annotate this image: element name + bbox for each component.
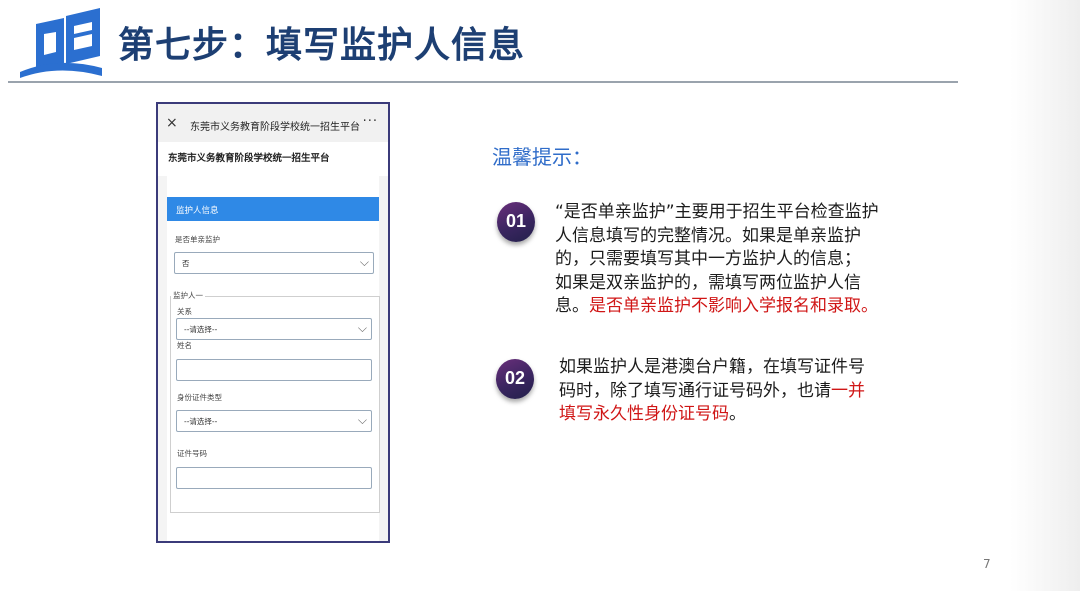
tip-line: 码时，除了填写通行证号码外，也请一并 (559, 380, 865, 404)
tip-text-01: “是否单亲监护”主要用于招生平台检查监护 人信息填写的完整情况。如果是单亲监护 … (555, 201, 879, 319)
logo-icon (20, 8, 102, 78)
slide-edge-shade (1010, 0, 1080, 591)
phone-screenshot: × 东莞市义务教育阶段学校统一招生平台 ··· 东莞市义务教育阶段学校统一招生平… (156, 102, 390, 543)
tip-number: 02 (504, 368, 526, 388)
tip-number-badge: 02 (496, 359, 534, 399)
relation-select[interactable]: --请选择-- ⌵ (176, 318, 372, 340)
tip-line: “是否单亲监护”主要用于招生平台检查监护 (555, 202, 879, 222)
tips-title: 温馨提示： (492, 145, 592, 169)
chevron-down-icon: ⌵ (359, 255, 369, 269)
tip-number: 01 (505, 211, 527, 231)
tip-highlight: 填写永久性身份证号码 (559, 404, 729, 424)
close-icon[interactable]: × (166, 115, 178, 131)
relation-label: 关系 (177, 307, 192, 316)
id-type-label: 身份证件类型 (177, 393, 222, 402)
tip-highlight: 一并 (831, 380, 865, 401)
chevron-down-icon: ⌵ (357, 321, 367, 335)
tip-line: 填写永久性身份证号码。 (559, 403, 865, 427)
tip-line: 如果是双亲监护的，需填写两位监护人信 (555, 272, 861, 293)
slide: 第七步：填写监护人信息 × 东莞市义务教育阶段学校统一招生平台 ··· 东莞市义… (0, 0, 1080, 591)
name-label: 姓名 (177, 341, 192, 350)
guardian-one-label: 监护人一 (171, 290, 205, 301)
tip-text: 。 (729, 404, 746, 424)
phone-bar-title: 东莞市义务教育阶段学校统一招生平台 (190, 122, 360, 133)
form-section-title: 监护人信息 (176, 206, 219, 216)
tip-line: 的，只需要填写其中一方监护人的信息； (555, 249, 861, 269)
relation-placeholder: --请选择-- (184, 325, 218, 334)
form-section-header: 监护人信息 (167, 197, 379, 221)
tip-text: 码时，除了填写通行证号码外，也请 (559, 380, 831, 401)
tip-text: 息。 (555, 296, 589, 316)
more-icon[interactable]: ··· (363, 114, 378, 129)
page-title: 第七步：填写监护人信息 (118, 25, 526, 66)
page-number: 7 (983, 557, 991, 571)
tip-line: 如果监护人是港澳台户籍，在填写证件号 (559, 357, 865, 377)
tip-line: 人信息填写的完整情况。如果是单亲监护 (555, 225, 861, 246)
tip-line: 息。是否单亲监护不影响入学报名和录取。 (555, 295, 879, 319)
tip-number-badge: 01 (497, 202, 535, 242)
id-number-label: 证件号码 (177, 449, 207, 458)
id-type-placeholder: --请选择-- (184, 417, 218, 426)
single-parent-label: 是否单亲监护 (175, 235, 220, 244)
phone-subtitle: 东莞市义务教育阶段学校统一招生平台 (168, 153, 330, 164)
id-number-field[interactable] (176, 467, 372, 489)
single-parent-select[interactable]: 否 ⌵ (174, 252, 374, 274)
tip-text-02: 如果监护人是港澳台户籍，在填写证件号 码时，除了填写通行证号码外，也请一并 填写… (559, 356, 865, 427)
id-type-select[interactable]: --请选择-- ⌵ (176, 410, 372, 432)
chevron-down-icon: ⌵ (357, 413, 367, 427)
single-parent-value: 否 (182, 259, 190, 268)
name-field[interactable] (176, 359, 372, 381)
tip-highlight: 是否单亲监护不影响入学报名和录取。 (589, 296, 878, 316)
phone-top-bar: × 东莞市义务教育阶段学校统一招生平台 ··· (158, 104, 388, 142)
title-divider (8, 81, 958, 83)
